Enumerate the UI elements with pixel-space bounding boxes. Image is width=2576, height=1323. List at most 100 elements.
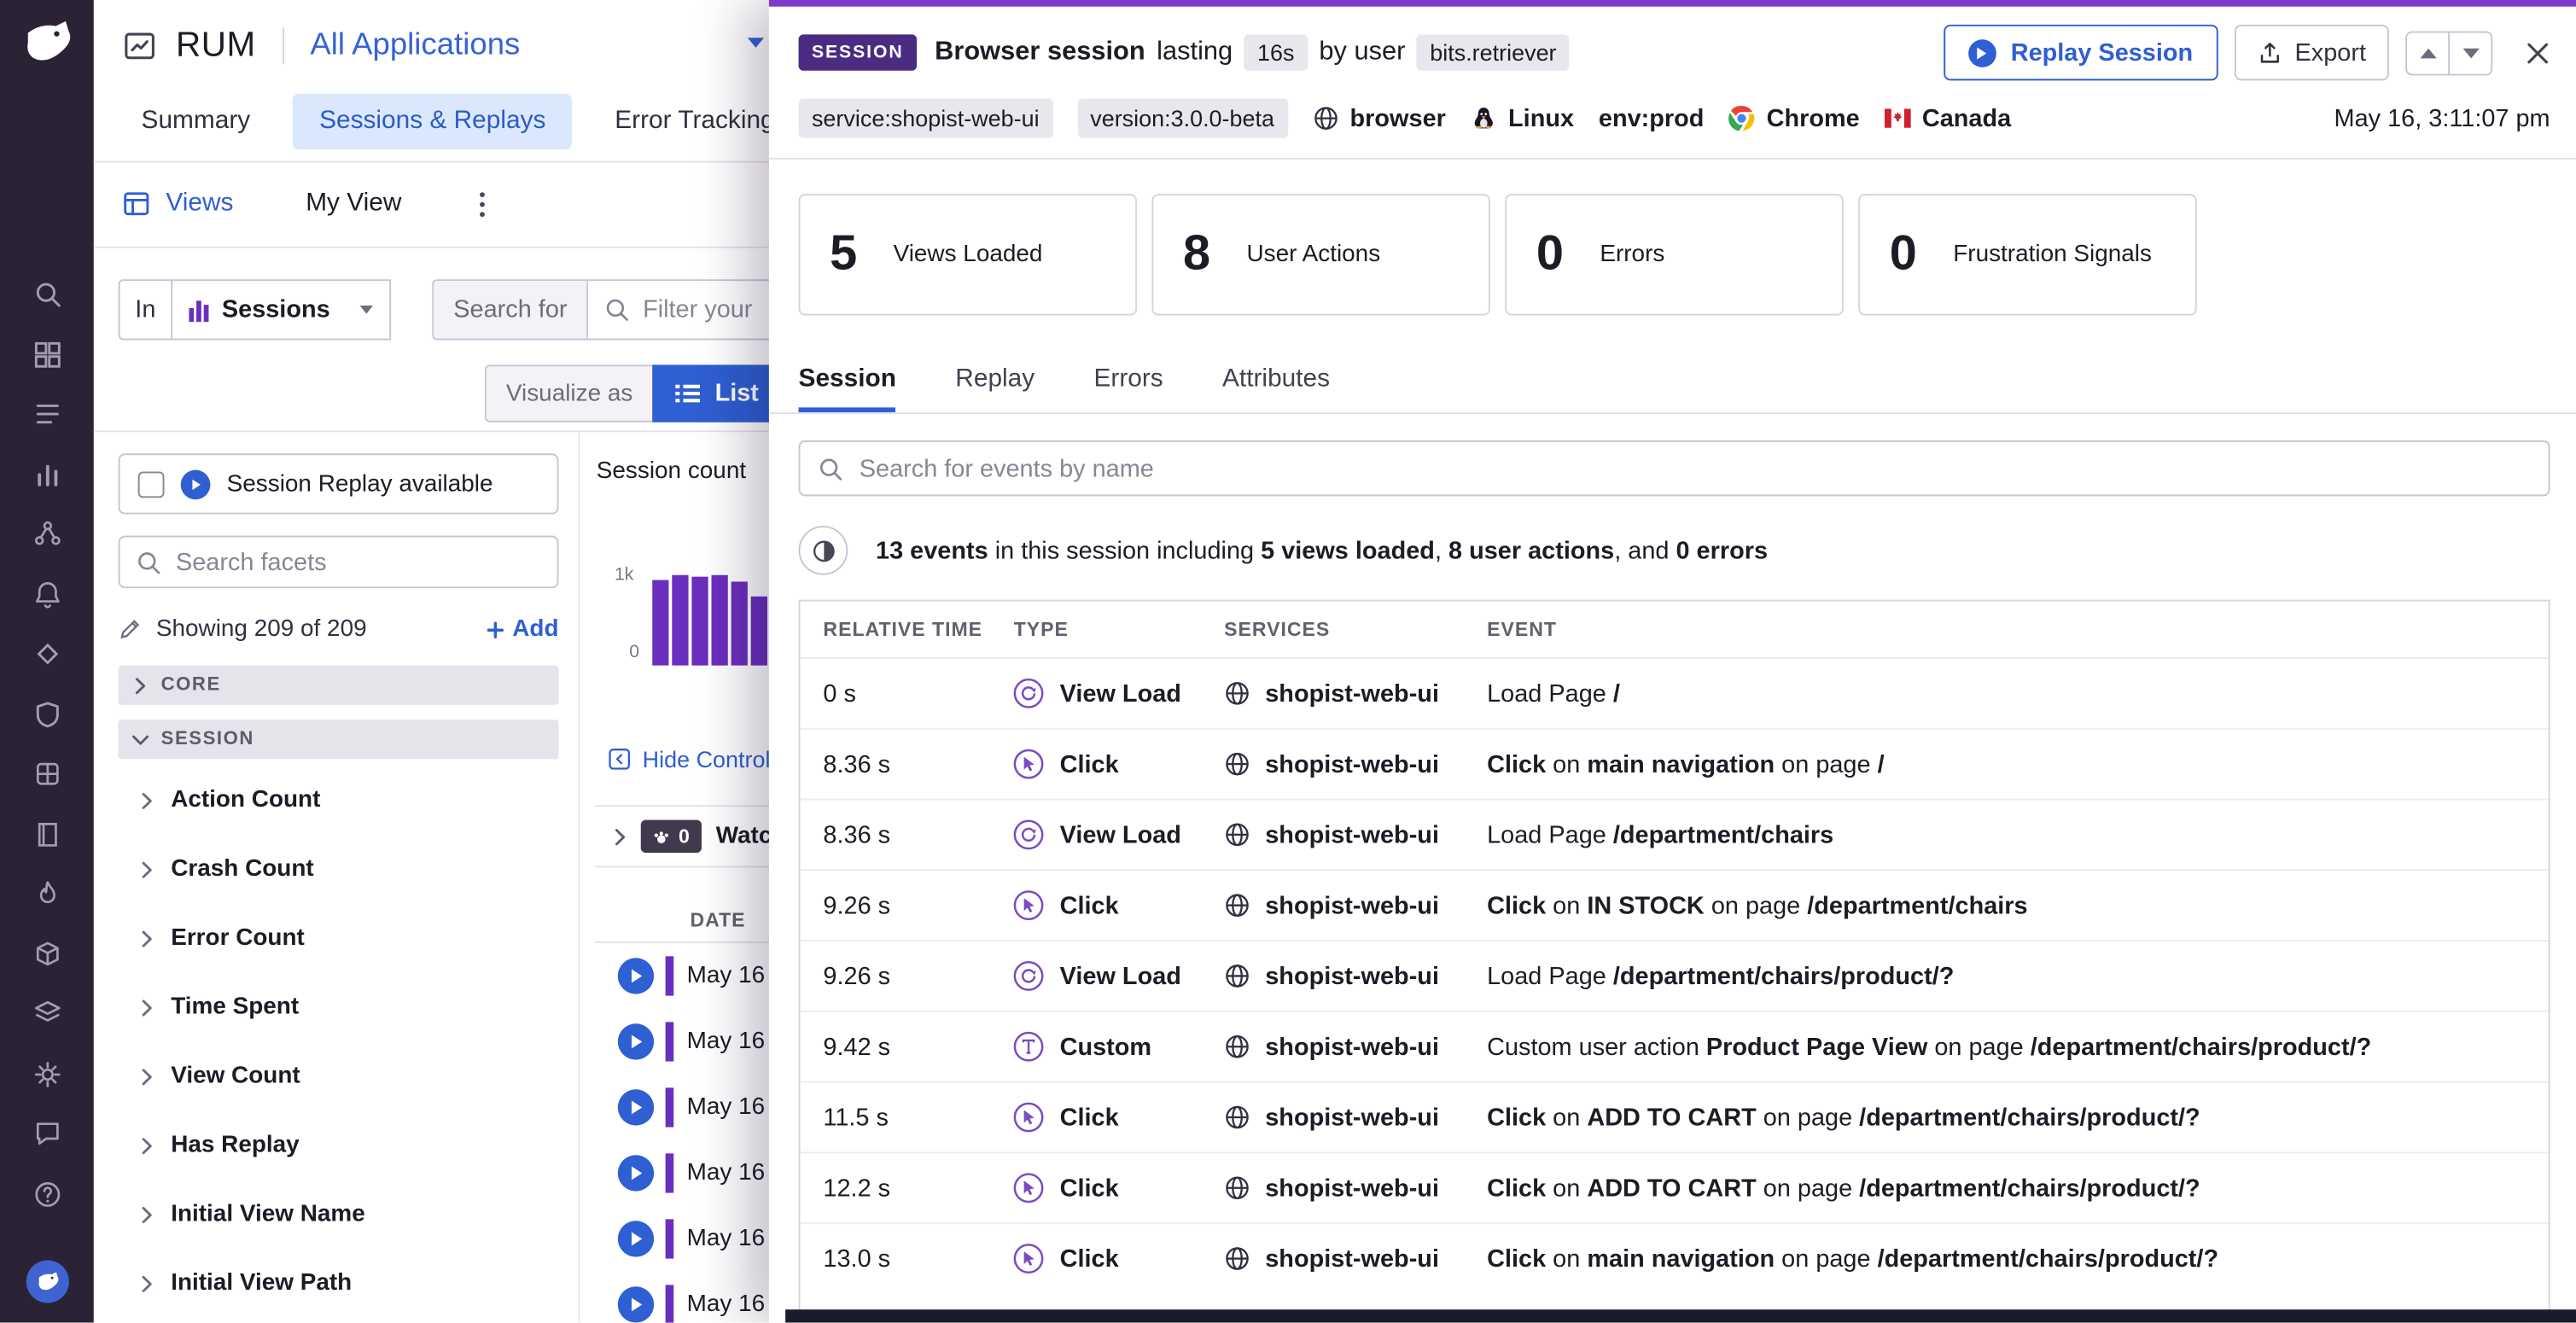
service-name[interactable]: shopist-web-ui xyxy=(1265,1244,1439,1273)
event-row[interactable]: 9.26 sView Loadshopist-web-uiLoad Page /… xyxy=(800,940,2548,1011)
tab-sessions-replays[interactable]: Sessions & Replays xyxy=(293,94,572,149)
replay-session-button[interactable]: Replay Session xyxy=(1944,25,2218,80)
sidebar-containers-icon[interactable] xyxy=(32,939,62,969)
session-row[interactable]: May 16 xyxy=(595,1009,776,1075)
sidebar-metrics-icon[interactable] xyxy=(32,459,62,489)
play-replay-button[interactable] xyxy=(618,1221,654,1256)
service-name[interactable]: shopist-web-ui xyxy=(1265,962,1439,990)
facet-time-spent[interactable]: Time Spent xyxy=(119,973,559,1042)
panel-tab-replay[interactable]: Replay xyxy=(955,364,1034,412)
tag-env-prod[interactable]: env:prod xyxy=(1599,104,1705,132)
chevron-down-icon[interactable] xyxy=(748,38,764,48)
duration-pill[interactable]: 16s xyxy=(1244,34,1308,70)
edit-facets-icon[interactable] xyxy=(119,618,142,641)
session-row[interactable]: May 16 xyxy=(595,1272,776,1323)
event-row[interactable]: 8.36 sClickshopist-web-uiClick on main n… xyxy=(800,728,2548,799)
scope-dropdown[interactable]: Sessions xyxy=(171,279,391,340)
facet-view-count[interactable]: View Count xyxy=(119,1041,559,1110)
tag-browser[interactable]: browser xyxy=(1312,104,1446,132)
watchdog-insights-row[interactable]: 0 Watchdog Insights xyxy=(595,805,776,867)
event-row[interactable]: 9.42 sCustomshopist-web-uiCustom user ac… xyxy=(800,1011,2548,1081)
facet-search-input[interactable]: Search facets xyxy=(119,536,559,589)
add-facet-button[interactable]: Add xyxy=(486,616,558,643)
service-name[interactable]: shopist-web-ui xyxy=(1265,1033,1439,1061)
close-panel-icon[interactable] xyxy=(2526,40,2550,65)
session-row[interactable]: May 16 xyxy=(595,1206,776,1272)
service-name[interactable]: shopist-web-ui xyxy=(1265,750,1439,778)
views-button[interactable]: Views xyxy=(166,189,233,219)
service-name[interactable]: shopist-web-ui xyxy=(1265,891,1439,919)
panel-tab-session[interactable]: Session xyxy=(799,364,896,412)
sidebar-search-icon[interactable] xyxy=(32,279,62,309)
tag-canada[interactable]: Canada xyxy=(1885,104,2012,132)
service-name[interactable]: shopist-web-ui xyxy=(1265,1104,1439,1132)
checkbox[interactable] xyxy=(138,471,165,498)
next-session-button[interactable] xyxy=(2448,31,2492,75)
sidebar-synthetics-icon[interactable] xyxy=(32,639,62,669)
sidebar-host-map-icon[interactable] xyxy=(32,340,62,370)
tab-summary[interactable]: Summary xyxy=(142,107,251,137)
sidebar-security-icon[interactable] xyxy=(32,699,62,729)
replay-timeline-strip[interactable] xyxy=(785,1309,2576,1322)
panel-tab-attributes[interactable]: Attributes xyxy=(1222,364,1330,412)
service-name[interactable]: shopist-web-ui xyxy=(1265,1174,1439,1202)
play-replay-button[interactable] xyxy=(618,1286,654,1322)
tag-linux[interactable]: Linux xyxy=(1471,104,1574,132)
sidebar-software-catalog-icon[interactable] xyxy=(32,999,62,1029)
sidebar-logs-icon[interactable] xyxy=(32,399,62,429)
analytics-toggle-button[interactable] xyxy=(799,526,848,575)
event-row[interactable]: 12.2 sClickshopist-web-uiClick on ADD TO… xyxy=(800,1151,2548,1222)
play-replay-button[interactable] xyxy=(618,1155,654,1191)
tag-service-shopist-web-ui[interactable]: service:shopist-web-ui xyxy=(799,99,1052,138)
hide-controls-link[interactable]: Hide Controls xyxy=(608,746,782,772)
query-filter-input[interactable]: Filter your xyxy=(589,281,779,338)
event-row[interactable]: 13.0 sClickshopist-web-uiClick on main n… xyxy=(800,1222,2548,1293)
sidebar-monitors-icon[interactable] xyxy=(32,580,62,609)
sidebar-integrations-icon[interactable] xyxy=(32,759,62,789)
session-row[interactable]: May 16 xyxy=(595,1075,776,1140)
current-view-name[interactable]: My View xyxy=(306,189,401,219)
visualize-list-button[interactable]: List xyxy=(652,364,781,422)
kebab-menu-icon[interactable] xyxy=(474,185,492,223)
facet-action-count[interactable]: Action Count xyxy=(119,766,559,835)
event-row[interactable]: 9.26 sClickshopist-web-uiClick on IN STO… xyxy=(800,869,2548,940)
service-name[interactable]: shopist-web-ui xyxy=(1265,821,1439,849)
facet-initial-view-name[interactable]: Initial View Name xyxy=(119,1180,559,1249)
event-search-input[interactable]: Search for events by name xyxy=(799,440,2550,496)
session-row[interactable]: May 16 xyxy=(595,1140,776,1206)
session-row[interactable]: May 16 xyxy=(595,943,776,1009)
sidebar-settings-icon[interactable] xyxy=(32,1059,62,1089)
export-button[interactable]: Export xyxy=(2234,25,2389,80)
facet-crash-count[interactable]: Crash Count xyxy=(119,835,559,904)
event-row[interactable]: 0 sView Loadshopist-web-uiLoad Page / xyxy=(800,657,2548,728)
facet-initial-view-path[interactable]: Initial View Path xyxy=(119,1249,559,1318)
facet-error-count[interactable]: Error Count xyxy=(119,904,559,973)
tab-error-tracking[interactable]: Error Tracking xyxy=(615,107,774,137)
datadog-logo-icon[interactable] xyxy=(18,13,75,70)
sidebar-profiling-icon[interactable] xyxy=(32,879,62,909)
service-name[interactable]: shopist-web-ui xyxy=(1265,679,1439,708)
panel-tab-errors[interactable]: Errors xyxy=(1093,364,1163,412)
event-row[interactable]: 8.36 sView Loadshopist-web-uiLoad Page /… xyxy=(800,799,2548,870)
sidebar-notebooks-icon[interactable] xyxy=(32,819,62,849)
session-count-chart[interactable] xyxy=(652,575,784,666)
sidebar-help-icon[interactable] xyxy=(32,1179,62,1209)
previous-session-button[interactable] xyxy=(2405,31,2450,75)
views-icon[interactable] xyxy=(121,189,151,219)
facet-section-core[interactable]: CORE xyxy=(119,666,559,705)
play-replay-button[interactable] xyxy=(618,1023,654,1059)
tag-chrome[interactable]: Chrome xyxy=(1728,104,1859,132)
play-replay-button[interactable] xyxy=(618,1089,654,1125)
sidebar-service-map-icon[interactable] xyxy=(32,519,62,549)
facet-section-session[interactable]: SESSION xyxy=(119,720,559,759)
sidebar-chat-icon[interactable] xyxy=(32,1119,62,1149)
tag-version-3-0-0-beta[interactable]: version:3.0.0-beta xyxy=(1077,99,1288,138)
event-row[interactable]: 11.5 sClickshopist-web-uiClick on ADD TO… xyxy=(800,1081,2548,1152)
user-pill[interactable]: bits.retriever xyxy=(1417,34,1570,70)
session-replay-filter[interactable]: Session Replay available xyxy=(119,453,559,514)
play-replay-button[interactable] xyxy=(618,958,654,994)
application-selector[interactable]: All Applications xyxy=(310,28,520,64)
facet-has-replay[interactable]: Has Replay xyxy=(119,1110,559,1180)
results-date-header[interactable]: DATE xyxy=(595,897,776,943)
datadog-bits-button[interactable] xyxy=(26,1260,69,1303)
